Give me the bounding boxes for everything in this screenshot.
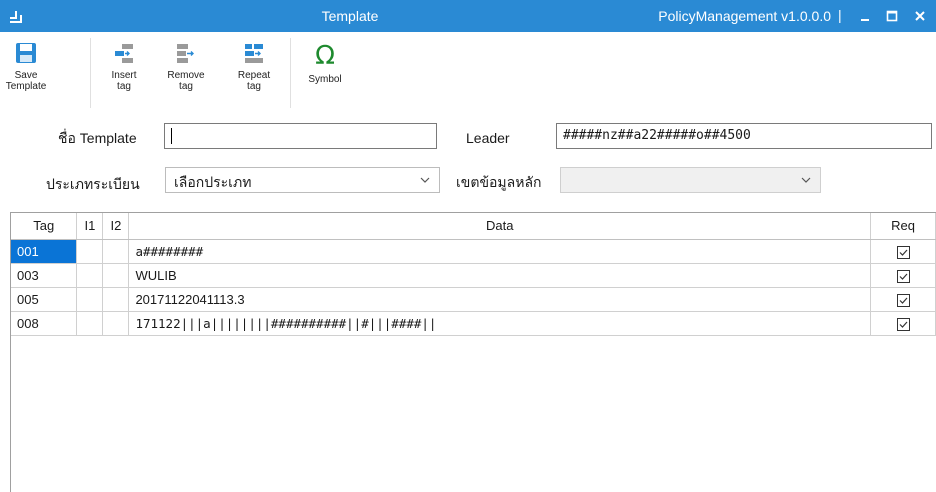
i2-cell[interactable] <box>102 239 130 264</box>
req-cell[interactable] <box>870 311 936 336</box>
window-title: Template <box>321 8 379 24</box>
app-icon <box>10 11 22 23</box>
insert-tag-button[interactable]: Insert tag <box>104 42 144 108</box>
remove-tag-label-1: Remove <box>167 70 205 81</box>
leader-label: Leader <box>466 130 510 146</box>
data-cell[interactable]: a######## <box>128 239 872 264</box>
record-type-label: ประเภทระเบียน <box>46 176 140 192</box>
svg-text:Ω: Ω <box>315 42 335 68</box>
table-row[interactable]: 005 20171122041113.3 <box>11 287 936 312</box>
data-cell[interactable]: 20171122041113.3 <box>128 287 872 312</box>
repeat-tag-label-2: tag <box>247 81 261 92</box>
i1-cell[interactable] <box>76 239 104 264</box>
chevron-down-icon <box>801 177 811 183</box>
tag-cell[interactable]: 001 <box>11 239 78 264</box>
save-template-button[interactable]: Save Template <box>4 42 48 108</box>
minimize-icon <box>861 19 869 21</box>
close-button[interactable] <box>908 4 932 28</box>
tag-grid: Tag I1 I2 Data Req 001 a######## 003 WUL… <box>10 212 936 492</box>
save-template-label-2: Template <box>5 81 47 92</box>
leader-input[interactable]: #####nz##a22#####o##4500 <box>556 123 932 149</box>
column-header-i2[interactable]: I2 <box>102 213 130 240</box>
i1-cell[interactable] <box>76 311 104 336</box>
checkbox-checked-icon[interactable] <box>896 293 910 307</box>
i2-cell[interactable] <box>102 311 130 336</box>
title-bar: Template PolicyManagement v1.0.0.0 | <box>0 0 936 32</box>
insert-tag-label-2: tag <box>117 81 131 92</box>
remove-tag-label-2: tag <box>179 81 193 92</box>
column-header-i1[interactable]: I1 <box>76 213 104 240</box>
checkbox-checked-icon[interactable] <box>896 317 910 331</box>
i2-cell[interactable] <box>102 263 130 288</box>
i2-cell[interactable] <box>102 287 130 312</box>
close-icon <box>915 11 925 21</box>
table-row[interactable]: 003 WULIB <box>11 263 936 288</box>
column-header-data[interactable]: Data <box>128 213 872 240</box>
save-template-label-1: Save <box>14 70 38 81</box>
insert-tag-icon <box>115 44 133 63</box>
insert-tag-label-1: Insert <box>111 70 137 81</box>
record-type-select[interactable]: เลือกประเภท <box>165 167 440 193</box>
toolbar-divider <box>90 38 91 108</box>
title-separator: | <box>838 7 842 23</box>
i1-cell[interactable] <box>76 287 104 312</box>
column-header-tag[interactable]: Tag <box>11 213 78 240</box>
remove-tag-button[interactable]: Remove tag <box>164 42 208 108</box>
minimize-button[interactable] <box>853 4 877 28</box>
repeat-tag-label-1: Repeat <box>237 70 271 81</box>
omega-icon: Ω <box>315 42 335 68</box>
req-cell[interactable] <box>870 239 936 264</box>
symbol-button[interactable]: Ω Symbol <box>302 42 348 108</box>
symbol-label: Symbol <box>308 74 342 85</box>
req-cell[interactable] <box>870 287 936 312</box>
tag-table: Tag I1 I2 Data Req 001 a######## 003 WUL… <box>11 213 936 336</box>
tag-cell[interactable]: 003 <box>11 263 78 288</box>
req-cell[interactable] <box>870 263 936 288</box>
column-header-req[interactable]: Req <box>870 213 936 240</box>
repeat-tag-icon <box>245 44 263 63</box>
main-data-select[interactable] <box>560 167 821 193</box>
record-type-value: เลือกประเภท <box>174 174 252 190</box>
main-data-label: เขตข้อมูลหลัก <box>456 174 542 190</box>
toolbar: Save Template Insert tag Remove tag Repe… <box>0 32 936 114</box>
data-cell[interactable]: 171122|||a||||||||##########||#|||####|| <box>128 311 872 336</box>
app-version: PolicyManagement v1.0.0.0 <box>658 8 831 24</box>
toolbar-divider <box>290 38 291 108</box>
maximize-icon <box>886 10 898 22</box>
text-caret <box>171 128 172 144</box>
leader-value: #####nz##a22#####o##4500 <box>563 128 751 143</box>
chevron-down-icon <box>420 177 430 183</box>
tag-cell[interactable]: 008 <box>11 311 78 336</box>
table-row[interactable]: 001 a######## <box>11 239 936 264</box>
repeat-tag-button[interactable]: Repeat tag <box>234 42 274 108</box>
checkbox-checked-icon[interactable] <box>896 269 910 283</box>
save-icon <box>16 43 36 63</box>
remove-tag-icon <box>177 44 194 63</box>
template-name-input[interactable] <box>164 123 437 149</box>
template-name-label: ชื่อ Template <box>58 130 137 146</box>
table-row[interactable]: 008 171122|||a||||||||##########||#|||##… <box>11 311 936 336</box>
checkbox-checked-icon[interactable] <box>896 245 910 259</box>
maximize-button[interactable] <box>880 4 904 28</box>
data-cell[interactable]: WULIB <box>128 263 872 288</box>
table-header-row: Tag I1 I2 Data Req <box>11 213 936 240</box>
i1-cell[interactable] <box>76 263 104 288</box>
tag-cell[interactable]: 005 <box>11 287 78 312</box>
